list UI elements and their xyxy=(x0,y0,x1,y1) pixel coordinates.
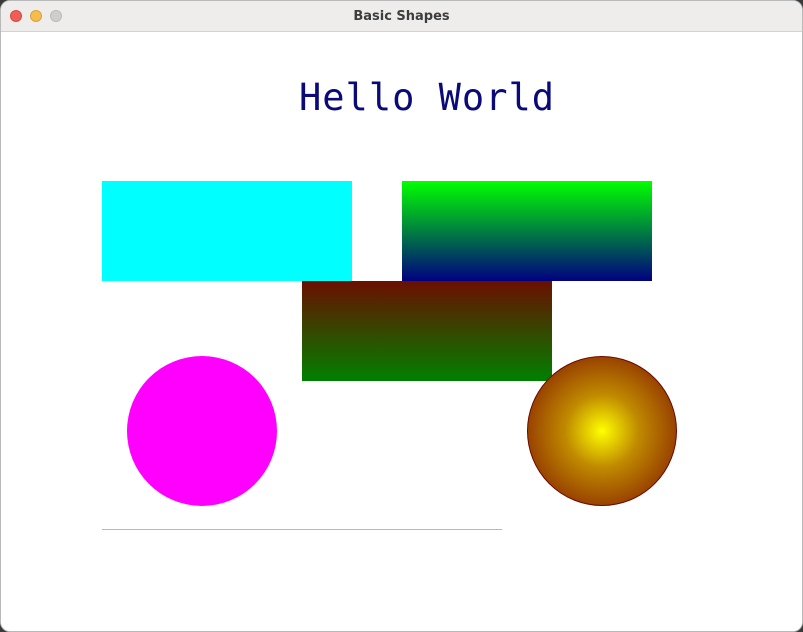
app-window: Basic Shapes Hello World xyxy=(0,0,803,632)
green-navy-gradient-rectangle xyxy=(402,181,652,281)
red-line xyxy=(102,529,502,530)
cyan-rectangle xyxy=(102,181,352,281)
drawing-canvas: Hello World xyxy=(1,32,802,631)
radial-gradient-circle xyxy=(527,356,677,506)
hello-world-text: Hello World xyxy=(299,76,556,119)
maroon-green-gradient-rectangle xyxy=(302,281,552,381)
window-title: Basic Shapes xyxy=(353,9,450,24)
title-bar[interactable]: Basic Shapes xyxy=(1,1,802,32)
magenta-circle xyxy=(127,356,277,506)
